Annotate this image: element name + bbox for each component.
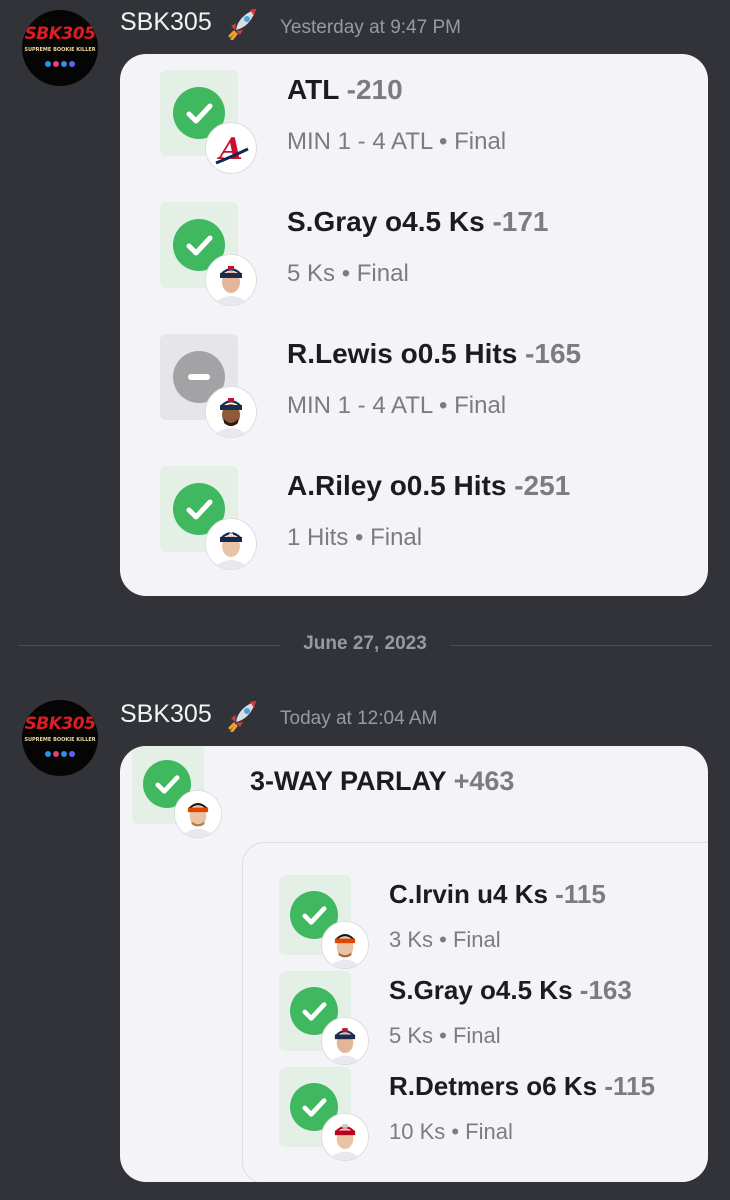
user-avatar[interactable]: SBK305 SUPREME BOOKIE KILLER [22, 700, 98, 776]
rocket-emoji-icon [228, 701, 256, 732]
leg-title: A.Riley o0.5 Hits -251 [287, 470, 571, 501]
leg-odds: -165 [525, 338, 582, 369]
leg-odds: -115 [604, 1071, 655, 1101]
player-headshot-icon [205, 254, 257, 306]
leg-result: 5 Ks • Final [287, 260, 409, 287]
parlay-title: 3-WAY PARLAY +463 [250, 766, 515, 796]
user-avatar[interactable]: SBK305 SUPREME BOOKIE KILLER [22, 10, 98, 86]
player-headshot-icon [321, 1113, 369, 1161]
social-icons [22, 61, 98, 67]
social-icons [22, 751, 98, 757]
username[interactable]: SBK305 [120, 8, 212, 37]
parlay-odds: +463 [453, 766, 515, 796]
message-timestamp: Yesterday at 9:47 PM [280, 17, 461, 38]
rocket-emoji-icon [228, 9, 256, 40]
leg-title: R.Lewis o0.5 Hits -165 [287, 338, 582, 369]
username[interactable]: SBK305 [120, 700, 212, 729]
leg-title: S.Gray o4.5 Ks -163 [389, 975, 632, 1005]
message-timestamp: Today at 12:04 AM [280, 708, 438, 729]
leg-result: MIN 1 - 4 ATL • Final [287, 128, 507, 155]
leg-result: MIN 1 - 4 ATL • Final [287, 392, 507, 419]
player-headshot-icon: A [205, 518, 257, 570]
leg-odds: -115 [555, 879, 606, 909]
braves-logo-icon: A [205, 122, 257, 174]
parlay-legs-container: C.Irvin u4 Ks -115 3 Ks • Final S.Gray o… [242, 842, 708, 1182]
leg-odds: -163 [579, 975, 632, 1005]
svg-text:A: A [228, 531, 233, 538]
leg-title: S.Gray o4.5 Ks -171 [287, 206, 549, 237]
leg-title: ATL -210 [287, 74, 403, 105]
player-headshot-icon [321, 1017, 369, 1065]
player-headshot-icon [205, 386, 257, 438]
parlay-card[interactable]: 3-WAY PARLAY +463 C.Irvin u4 Ks -115 3 K… [120, 746, 708, 1182]
leg-result: 3 Ks • Final [389, 927, 501, 952]
leg-result: 5 Ks • Final [389, 1023, 501, 1048]
divider-left [18, 645, 280, 646]
leg-odds: -171 [492, 206, 549, 237]
leg-odds: -251 [514, 470, 571, 501]
divider-right [450, 645, 712, 646]
leg-odds: -210 [346, 74, 403, 105]
leg-result: 1 Hits • Final [287, 524, 423, 551]
leg-result: 10 Ks • Final [389, 1119, 513, 1144]
leg-title: C.Irvin u4 Ks -115 [389, 879, 606, 909]
player-headshot-icon [321, 921, 369, 969]
leg-title: R.Detmers o6 Ks -115 [389, 1071, 655, 1101]
bet-card[interactable]: A ATL -210 MIN 1 - 4 ATL • Final S.Gray … [120, 54, 708, 596]
player-headshot-icon [174, 790, 222, 838]
date-divider: June 27, 2023 [303, 633, 427, 654]
